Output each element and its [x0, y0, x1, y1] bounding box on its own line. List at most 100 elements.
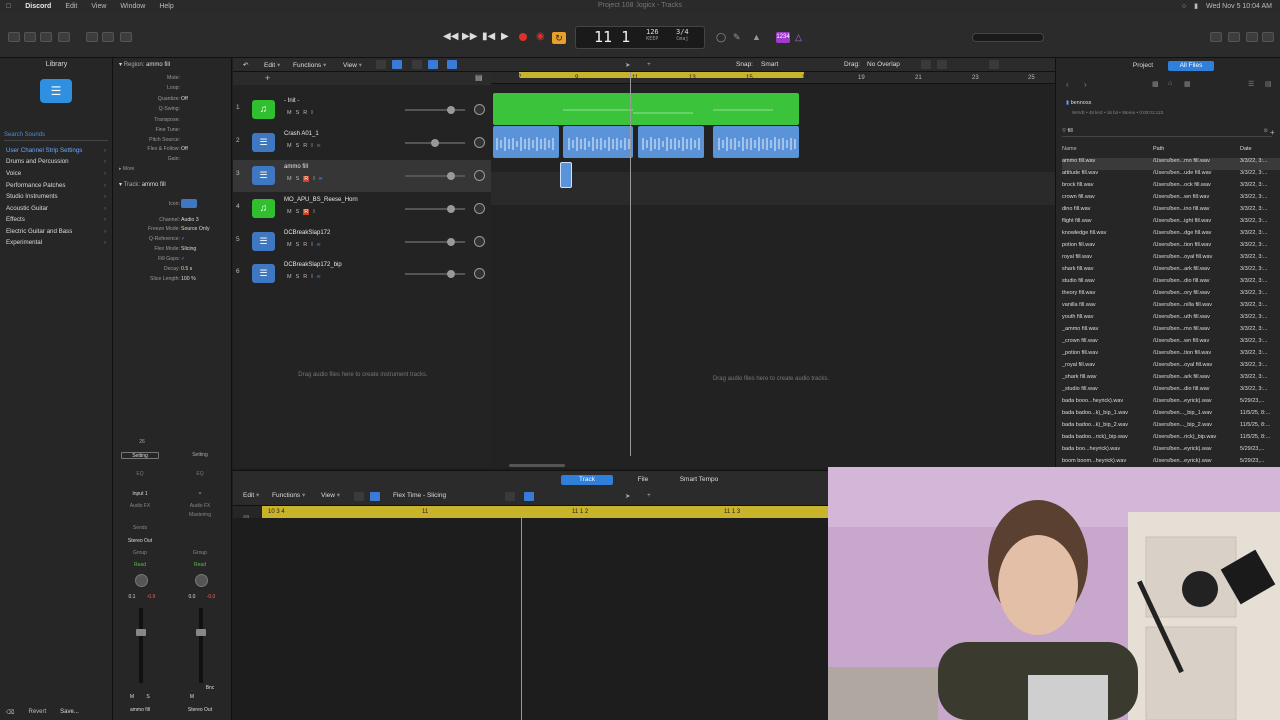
- track-row[interactable]: 1 ♫ - Init - MSRI: [233, 94, 491, 126]
- track-row[interactable]: 2 ☰ Crash A01_1 M S R I ∞: [233, 127, 491, 159]
- pan-knob[interactable]: [474, 170, 485, 181]
- input-monitor-button[interactable]: I: [311, 242, 313, 248]
- add-track-icon[interactable]: +: [265, 73, 270, 83]
- flex-toggle-icon[interactable]: ∞: [317, 143, 321, 149]
- mute-button[interactable]: M: [287, 110, 292, 116]
- inspector-row[interactable]: Q-Reference: ✓: [113, 236, 232, 245]
- more-toggle[interactable]: ▸ More: [119, 166, 134, 172]
- tab-track[interactable]: Track: [561, 475, 613, 485]
- file-row[interactable]: _royal fill.wav/Users/ben...oyal fill.wa…: [1062, 362, 1280, 374]
- pan-knob[interactable]: [135, 574, 148, 587]
- link-icon[interactable]: ⚭: [195, 491, 205, 498]
- trash-icon[interactable]: ⌫: [6, 709, 14, 716]
- library-item-studio-instruments[interactable]: Studio Instruments ›: [6, 193, 110, 204]
- column-name[interactable]: Name: [1062, 146, 1077, 152]
- inspector-row[interactable]: Slice Length: 100 %: [113, 276, 232, 285]
- solo-button[interactable]: S: [141, 694, 155, 701]
- mute-button[interactable]: M: [287, 176, 292, 182]
- editor-functions-menu[interactable]: Functions ▾: [272, 491, 305, 499]
- volume-slider-knob[interactable]: [447, 270, 455, 278]
- file-row[interactable]: _studio fill.wav/Users/ben...dio fill.wa…: [1062, 386, 1280, 398]
- volume-slider-knob[interactable]: [447, 238, 455, 246]
- tracks-functions-menu[interactable]: Functions ▾: [293, 61, 326, 69]
- file-row[interactable]: brock fill.wav/Users/ben...ock fill.wav 3…: [1062, 182, 1280, 194]
- file-row[interactable]: _shark fill.wav/Users/ben...ark fill.wav…: [1062, 374, 1280, 386]
- library-item-acoustic-guitar[interactable]: Acoustic Guitar ›: [6, 205, 110, 216]
- master-volume-slider[interactable]: [972, 33, 1044, 42]
- pan-knob[interactable]: [474, 203, 485, 214]
- file-row[interactable]: attitude fill.wav/Users/ben...ude fill.w…: [1062, 170, 1280, 182]
- project-folder-icon[interactable]: ▦: [1184, 80, 1191, 88]
- smart-controls-icon[interactable]: [86, 32, 98, 42]
- catch-icon[interactable]: [524, 492, 534, 501]
- midi-region[interactable]: [493, 93, 799, 125]
- inspector-row[interactable]: Gain:: [113, 156, 232, 165]
- cycle-region[interactable]: [519, 72, 804, 78]
- region-header[interactable]: ▾ Region: ammo fill: [119, 61, 170, 68]
- solo-button[interactable]: S: [296, 274, 300, 280]
- track-row[interactable]: 5 ☰ DCBreakSlap172 M S R I ∞: [233, 226, 491, 258]
- volume-slider-knob[interactable]: [447, 106, 455, 114]
- file-row[interactable]: bada boo...heyrick).wav/Users/ben...eyri…: [1062, 446, 1280, 458]
- secondary-tool-icon[interactable]: +: [647, 492, 651, 499]
- library-item-user-channel-strip[interactable]: User Channel Strip Settings ›: [6, 147, 110, 158]
- inspector-row[interactable]: Flex Mode: Slicing: [113, 246, 232, 255]
- bounce-button[interactable]: Bnc: [203, 685, 217, 692]
- play-icon[interactable]: ▶: [501, 31, 509, 42]
- pan-knob[interactable]: [474, 137, 485, 148]
- go-to-start-icon[interactable]: ▮◀: [482, 31, 495, 42]
- pointer-tool-icon[interactable]: ➤: [625, 492, 630, 500]
- automation-icon[interactable]: [447, 60, 457, 69]
- inspector-row[interactable]: Pitch Source:: [113, 137, 232, 146]
- inspector-row[interactable]: Flex & Follow: Off: [113, 146, 232, 155]
- file-row[interactable]: flight fill.wav/Users/ben...ight fill.wa…: [1062, 218, 1280, 230]
- track-row[interactable]: 4 ♫ MO_APU_BS_Reese_Horn MSRI: [233, 193, 491, 225]
- column-view-icon[interactable]: ▤: [1265, 80, 1272, 88]
- mute-button[interactable]: M: [287, 242, 292, 248]
- editors-icon[interactable]: [120, 32, 132, 42]
- eq-slot[interactable]: EQ: [181, 471, 219, 478]
- tuner-icon[interactable]: ◯: [716, 32, 726, 43]
- home-icon[interactable]: ⌂: [1168, 80, 1172, 87]
- track-name[interactable]: DCBreakSlap172_bip: [284, 262, 342, 268]
- drag-dropdown[interactable]: No Overlap: [867, 61, 900, 68]
- link-icon[interactable]: [505, 492, 515, 501]
- lcd-display[interactable]: 11 1 126 KEEP 3/4 Cmaj: [575, 26, 705, 49]
- editor-edit-menu[interactable]: Edit ▾: [243, 491, 259, 499]
- volume-fader-track[interactable]: [139, 608, 143, 683]
- pan-knob[interactable]: [474, 104, 485, 115]
- notepad-icon[interactable]: [1228, 32, 1240, 42]
- flex-toggle-icon[interactable]: ∞: [317, 242, 321, 248]
- loop-browser-icon[interactable]: [1246, 32, 1258, 42]
- pan-knob[interactable]: [474, 236, 485, 247]
- library-item-performance-patches[interactable]: Performance Patches ›: [6, 182, 110, 193]
- tracks-view-menu[interactable]: View ▾: [343, 61, 362, 69]
- volume-fader-cap[interactable]: [196, 629, 206, 636]
- tab-file[interactable]: File: [631, 475, 655, 485]
- inspector-row[interactable]: Freeze Mode: Source Only: [113, 226, 232, 235]
- volume-slider[interactable]: [405, 109, 465, 111]
- add-icon[interactable]: +: [1270, 128, 1275, 137]
- file-row[interactable]: dino fill.wav/Users/ben...ino fill.wav 3/…: [1062, 206, 1280, 218]
- inspector-row[interactable]: Transpose:: [113, 117, 232, 126]
- eq-slot[interactable]: EQ: [121, 471, 159, 478]
- save-button[interactable]: Save...: [60, 709, 79, 715]
- midi-in-icon[interactable]: [354, 492, 364, 501]
- inspector-row[interactable]: Decay: 0.5 s: [113, 266, 232, 275]
- file-row[interactable]: _ammo fill.wav/Users/ben...mo fill.wav 3/…: [1062, 326, 1280, 338]
- solo-button[interactable]: S: [296, 110, 300, 116]
- bar-ruler[interactable]: 7 9 11 13 15 17 19 21 23 25: [491, 72, 1055, 84]
- zoom-vertical-icon[interactable]: [921, 60, 931, 69]
- tab-all-files[interactable]: All Files: [1168, 61, 1214, 71]
- input-monitor-button[interactable]: I: [311, 274, 313, 280]
- output-slot[interactable]: Stereo Out: [121, 538, 159, 545]
- audio-fx-slot[interactable]: Audio FX: [121, 503, 159, 510]
- library-item-voice[interactable]: Voice ›: [6, 170, 110, 181]
- volume-slider[interactable]: [405, 241, 465, 243]
- input-monitor-button[interactable]: I: [313, 176, 315, 182]
- battery-icon[interactable]: ▮: [1194, 2, 1198, 10]
- pan-knob[interactable]: [474, 268, 485, 279]
- editor-view-menu[interactable]: View ▾: [321, 491, 340, 499]
- file-row[interactable]: bada booo...heyrick).wav/Users/ben...eyr…: [1062, 398, 1280, 410]
- list-view-icon[interactable]: ☰: [1248, 80, 1254, 88]
